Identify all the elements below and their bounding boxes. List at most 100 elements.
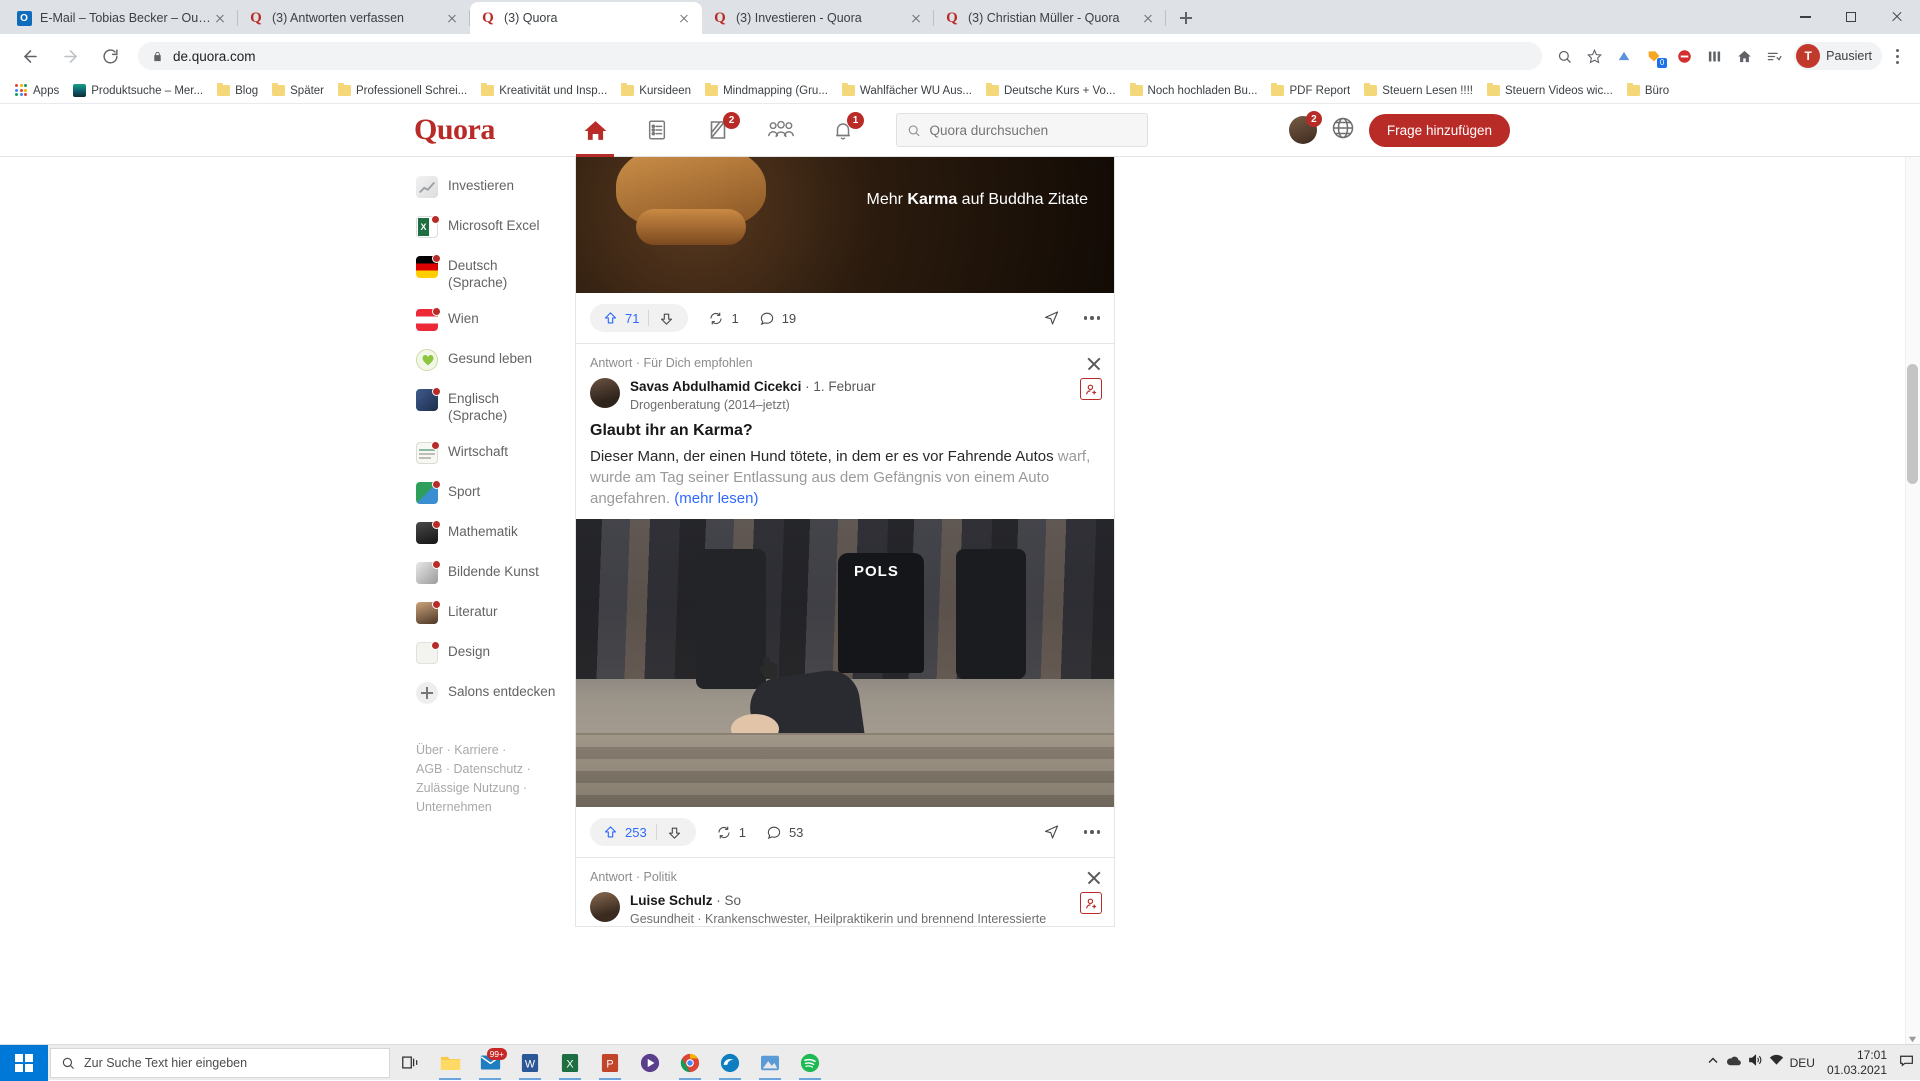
forward-icon[interactable] xyxy=(55,41,85,71)
network-icon[interactable] xyxy=(1769,1053,1784,1072)
sidebar-item-sport[interactable]: Sport xyxy=(410,473,560,513)
start-button[interactable] xyxy=(0,1045,48,1081)
nav-spaces[interactable] xyxy=(750,104,812,157)
bookmark-item[interactable]: Produktsuche – Mer... xyxy=(66,80,210,102)
globe-icon[interactable] xyxy=(1331,116,1355,145)
bookmark-item[interactable]: Kursideen xyxy=(614,80,698,102)
author-name[interactable]: Luise Schulz · So xyxy=(630,893,741,908)
comment-button[interactable]: 53 xyxy=(766,825,803,840)
close-icon[interactable] xyxy=(444,10,460,26)
upvote-button[interactable]: 253 xyxy=(594,825,656,840)
zoom-icon[interactable] xyxy=(1550,42,1578,70)
sidebar-item-mathematik[interactable]: Mathematik xyxy=(410,513,560,553)
sidebar-item-microsoft-excel[interactable]: X Microsoft Excel xyxy=(410,207,560,247)
bookmark-item[interactable]: Steuern Videos wic... xyxy=(1480,80,1620,102)
browser-tab-3[interactable]: Q (3) Investieren - Quora xyxy=(702,2,934,34)
read-more-link[interactable]: (mehr lesen) xyxy=(674,490,758,507)
close-icon[interactable] xyxy=(1140,10,1156,26)
user-avatar[interactable]: 2 xyxy=(1289,116,1317,144)
sidebar-item-deutsch[interactable]: Deutsch (Sprache) xyxy=(410,247,560,300)
home-icon[interactable] xyxy=(1730,42,1758,70)
nav-write[interactable]: 2 xyxy=(688,104,750,157)
bookmark-item[interactable]: Büro xyxy=(1620,80,1676,102)
bookmark-item[interactable]: Deutsche Kurs + Vo... xyxy=(979,80,1123,102)
mail-icon[interactable]: 99+ xyxy=(470,1045,510,1081)
edge-icon[interactable] xyxy=(710,1045,750,1081)
volume-icon[interactable] xyxy=(1748,1053,1763,1072)
reshare-button[interactable]: 1 xyxy=(708,311,738,326)
sidebar-item-investieren[interactable]: Investieren xyxy=(410,167,560,207)
nav-notifications[interactable]: 1 xyxy=(812,104,874,157)
minimize-button[interactable] xyxy=(1782,1,1828,33)
scrollbar-thumb[interactable] xyxy=(1907,364,1918,484)
browser-tab-0[interactable]: O E-Mail – Tobias Becker – Outlook xyxy=(6,2,238,34)
onedrive-icon[interactable] xyxy=(1725,1054,1742,1072)
bookmark-item[interactable]: PDF Report xyxy=(1264,80,1357,102)
page-scrollbar[interactable] xyxy=(1905,104,1920,1044)
sidebar-item-literatur[interactable]: Literatur xyxy=(410,593,560,633)
excel-icon[interactable]: X xyxy=(550,1045,590,1081)
address-bar[interactable]: de.quora.com xyxy=(138,42,1542,70)
puzzle-extension-icon[interactable] xyxy=(1700,42,1728,70)
quora-logo[interactable]: Quora xyxy=(414,113,564,147)
reading-list-icon[interactable] xyxy=(1760,42,1788,70)
bookmark-item[interactable]: Blog xyxy=(210,80,265,102)
bookmark-item[interactable]: Wahlfächer WU Aus... xyxy=(835,80,979,102)
chrome-menu-icon[interactable] xyxy=(1884,49,1910,64)
maximize-button[interactable] xyxy=(1828,1,1874,33)
iq-extension-icon[interactable] xyxy=(1610,42,1638,70)
nav-home[interactable] xyxy=(564,104,626,157)
post-image[interactable]: POLS xyxy=(576,519,1114,807)
back-icon[interactable] xyxy=(15,41,45,71)
post-banner-image[interactable]: zu helfen. Mehr Karma auf Buddha Zitate xyxy=(576,157,1114,293)
bookmark-item[interactable]: Später xyxy=(265,80,331,102)
more-options-icon[interactable] xyxy=(1084,316,1101,320)
sidebar-item-discover-salons[interactable]: Salons entdecken xyxy=(410,673,560,713)
search-input[interactable] xyxy=(930,123,1137,138)
search-box[interactable] xyxy=(896,113,1148,147)
bookmark-apps[interactable]: Apps xyxy=(8,80,66,102)
upvote-button[interactable]: 71 xyxy=(594,311,648,326)
adblock-icon[interactable] xyxy=(1670,42,1698,70)
close-icon[interactable] xyxy=(676,10,692,26)
reshare-button[interactable]: 1 xyxy=(716,825,746,840)
media-icon[interactable] xyxy=(630,1045,670,1081)
close-icon[interactable] xyxy=(212,10,228,26)
share-button[interactable] xyxy=(1043,310,1060,326)
author-avatar[interactable] xyxy=(590,378,620,408)
sidebar-item-bildende-kunst[interactable]: Bildende Kunst xyxy=(410,553,560,593)
browser-tab-4[interactable]: Q (3) Christian Müller - Quora xyxy=(934,2,1166,34)
language-indicator[interactable]: DEU xyxy=(1790,1056,1815,1070)
tray-expand-icon[interactable] xyxy=(1707,1054,1719,1072)
sidebar-item-englisch[interactable]: Englisch (Sprache) xyxy=(410,380,560,433)
clock[interactable]: 17:01 01.03.2021 xyxy=(1821,1048,1893,1078)
taskbar-search[interactable]: Zur Suche Text hier eingeben xyxy=(50,1048,390,1078)
more-options-icon[interactable] xyxy=(1084,830,1101,834)
nav-answers[interactable] xyxy=(626,104,688,157)
add-question-button[interactable]: Frage hinzufügen xyxy=(1369,114,1510,147)
author-avatar[interactable] xyxy=(590,892,620,922)
sidebar-item-wirtschaft[interactable]: Wirtschaft xyxy=(410,433,560,473)
sidebar-item-design[interactable]: Design xyxy=(410,633,560,673)
close-window-button[interactable] xyxy=(1874,1,1920,33)
bookmark-star-icon[interactable] xyxy=(1580,42,1608,70)
follow-author-button[interactable] xyxy=(1080,378,1102,400)
chrome-icon[interactable] xyxy=(670,1045,710,1081)
bookmark-item[interactable]: Steuern Lesen !!!! xyxy=(1357,80,1480,102)
bookmark-item[interactable]: Professionell Schrei... xyxy=(331,80,474,102)
share-button[interactable] xyxy=(1043,824,1060,840)
bookmark-item[interactable]: Mindmapping (Gru... xyxy=(698,80,835,102)
close-icon[interactable] xyxy=(908,10,924,26)
profile-button[interactable]: T Pausiert xyxy=(1794,42,1882,70)
honey-extension-icon[interactable]: 0 xyxy=(1640,42,1668,70)
task-view-icon[interactable] xyxy=(390,1045,430,1081)
notification-center-icon[interactable] xyxy=(1899,1053,1914,1072)
sidebar-item-gesund-leben[interactable]: Gesund leben xyxy=(410,340,560,380)
sidebar-footer[interactable]: Über · Karriere · AGB · Datenschutz · Zu… xyxy=(410,741,540,817)
post-title[interactable]: Glaubt ihr an Karma? xyxy=(576,412,1114,440)
sidebar-item-wien[interactable]: Wien xyxy=(410,300,560,340)
browser-tab-1[interactable]: Q (3) Antworten verfassen xyxy=(238,2,470,34)
photos-icon[interactable] xyxy=(750,1045,790,1081)
word-icon[interactable]: W xyxy=(510,1045,550,1081)
scroll-down-arrow[interactable] xyxy=(1908,1031,1917,1040)
